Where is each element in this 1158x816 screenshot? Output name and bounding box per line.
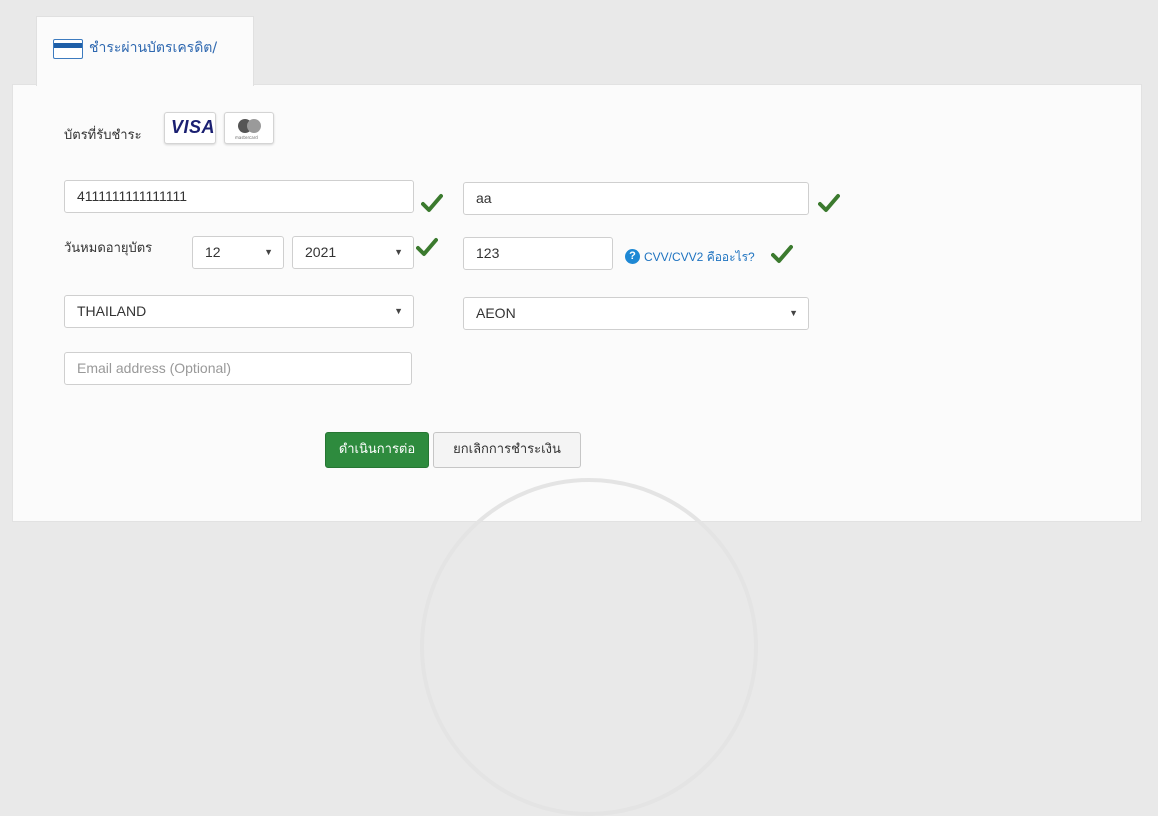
caret-down-icon: ▼ bbox=[264, 247, 273, 257]
bank-select[interactable]: AEON ▼ bbox=[463, 297, 809, 330]
expiry-year-select[interactable]: 2021 ▼ bbox=[292, 236, 414, 269]
caret-down-icon: ▼ bbox=[394, 306, 403, 316]
continue-button[interactable]: ดำเนินการต่อ bbox=[325, 432, 429, 468]
expiry-year-value: 2021 bbox=[305, 244, 337, 260]
credit-card-icon bbox=[53, 39, 83, 59]
expiry-month-value: 12 bbox=[205, 244, 221, 260]
check-icon bbox=[416, 238, 438, 256]
visa-logo: VISA bbox=[164, 112, 216, 144]
tab-label: ชำระผ่านบัตรเครดิต/ bbox=[89, 40, 218, 56]
check-icon bbox=[818, 194, 840, 212]
watermark-circle bbox=[420, 478, 758, 816]
country-value: THAILAND bbox=[77, 303, 147, 319]
tab-credit-card[interactable]: ชำระผ่านบัตรเครดิต/ bbox=[36, 16, 254, 86]
caret-down-icon: ▼ bbox=[394, 247, 403, 257]
help-icon[interactable]: ? bbox=[625, 249, 640, 264]
bank-value: AEON bbox=[476, 305, 516, 321]
card-holder-input[interactable]: aa bbox=[463, 182, 809, 215]
expiry-label: วันหมดอายุบัตร bbox=[64, 241, 153, 256]
country-select[interactable]: THAILAND ▼ bbox=[64, 295, 414, 328]
cvv-help-link[interactable]: CVV/CVV2 คืออะไร? bbox=[644, 248, 755, 267]
email-placeholder: Email address (Optional) bbox=[77, 360, 232, 376]
mastercard-logo: mastercard bbox=[224, 112, 274, 144]
cvv-input[interactable]: 123 bbox=[463, 237, 613, 270]
card-number-input[interactable]: 4111111111111111 bbox=[64, 180, 414, 213]
cancel-payment-button[interactable]: ยกเลิกการชำระเงิน bbox=[433, 432, 581, 468]
expiry-month-select[interactable]: 12 ▼ bbox=[192, 236, 284, 269]
email-input[interactable]: Email address (Optional) bbox=[64, 352, 412, 385]
caret-down-icon: ▼ bbox=[789, 308, 798, 318]
check-icon bbox=[771, 245, 793, 263]
accepted-cards-label: บัตรที่รับชำระ bbox=[64, 128, 142, 143]
check-icon bbox=[421, 194, 443, 212]
